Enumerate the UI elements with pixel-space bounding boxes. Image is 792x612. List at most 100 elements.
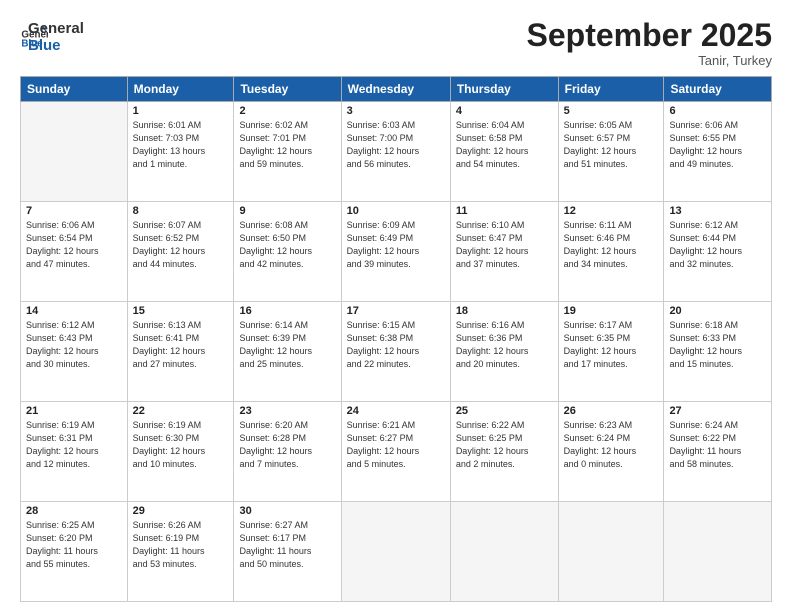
- day-detail: Sunrise: 6:05 AM Sunset: 6:57 PM Dayligh…: [564, 119, 659, 171]
- day-detail: Sunrise: 6:13 AM Sunset: 6:41 PM Dayligh…: [133, 319, 229, 371]
- day-detail: Sunrise: 6:21 AM Sunset: 6:27 PM Dayligh…: [347, 419, 445, 471]
- calendar-week-row: 7 Sunrise: 6:06 AM Sunset: 6:54 PM Daylig…: [21, 202, 772, 302]
- day-number: 5: [564, 105, 659, 117]
- calendar-week-row: 28 Sunrise: 6:25 AM Sunset: 6:20 PM Dayli…: [21, 502, 772, 602]
- calendar-table: SundayMondayTuesdayWednesdayThursdayFrid…: [20, 76, 772, 602]
- title-block: September 2025 Tanir, Turkey: [527, 18, 772, 68]
- day-detail: Sunrise: 6:22 AM Sunset: 6:25 PM Dayligh…: [456, 419, 553, 471]
- calendar-cell: 11 Sunrise: 6:10 AM Sunset: 6:47 PM Dayli…: [450, 202, 558, 302]
- calendar-cell: 14Sunrise: 6:12 AM Sunset: 6:43 PM Dayli…: [21, 302, 128, 402]
- day-number: 13: [669, 205, 766, 217]
- calendar-cell: 2 Sunrise: 6:02 AM Sunset: 7:01 PM Daylig…: [234, 102, 341, 202]
- calendar-cell: 13Sunrise: 6:12 AM Sunset: 6:44 PM Dayli…: [664, 202, 772, 302]
- calendar-cell: 26 Sunrise: 6:23 AM Sunset: 6:24 PM Dayli…: [558, 402, 664, 502]
- day-detail: Sunrise: 6:06 AM Sunset: 6:54 PM Dayligh…: [26, 219, 122, 271]
- day-detail: Sunrise: 6:02 AM Sunset: 7:01 PM Dayligh…: [239, 119, 335, 171]
- day-number: 30: [239, 505, 335, 517]
- calendar-week-row: 1 Sunrise: 6:01 AM Sunset: 7:03 PM Daylig…: [21, 102, 772, 202]
- day-detail: Sunrise: 6:17 AM Sunset: 6:35 PM Dayligh…: [564, 319, 659, 371]
- calendar-cell: 16Sunrise: 6:14 AM Sunset: 6:39 PM Dayli…: [234, 302, 341, 402]
- day-number: 11: [456, 205, 553, 217]
- day-detail: Sunrise: 6:08 AM Sunset: 6:50 PM Dayligh…: [239, 219, 335, 271]
- calendar-cell: [21, 102, 128, 202]
- day-number: 24: [347, 405, 445, 417]
- day-detail: Sunrise: 6:20 AM Sunset: 6:28 PM Dayligh…: [239, 419, 335, 471]
- logo-line1: General: [28, 20, 84, 37]
- day-number: 1: [133, 105, 229, 117]
- day-number: 9: [239, 205, 335, 217]
- day-detail: Sunrise: 6:26 AM Sunset: 6:19 PM Dayligh…: [133, 519, 229, 571]
- day-number: 27: [669, 405, 766, 417]
- day-detail: Sunrise: 6:07 AM Sunset: 6:52 PM Dayligh…: [133, 219, 229, 271]
- day-number: 21: [26, 405, 122, 417]
- calendar-cell: 15 Sunrise: 6:13 AM Sunset: 6:41 PM Dayli…: [127, 302, 234, 402]
- day-number: 22: [133, 405, 229, 417]
- day-number: 8: [133, 205, 229, 217]
- day-detail: Sunrise: 6:16 AM Sunset: 6:36 PM Dayligh…: [456, 319, 553, 371]
- day-number: 14: [26, 305, 122, 317]
- calendar-cell: 19 Sunrise: 6:17 AM Sunset: 6:35 PM Dayli…: [558, 302, 664, 402]
- day-detail: Sunrise: 6:04 AM Sunset: 6:58 PM Dayligh…: [456, 119, 553, 171]
- day-number: 19: [564, 305, 659, 317]
- day-detail: Sunrise: 6:19 AM Sunset: 6:31 PM Dayligh…: [26, 419, 122, 471]
- calendar-cell: [558, 502, 664, 602]
- day-detail: Sunrise: 6:10 AM Sunset: 6:47 PM Dayligh…: [456, 219, 553, 271]
- calendar-col-header: Thursday: [450, 77, 558, 102]
- day-detail: Sunrise: 6:24 AM Sunset: 6:22 PM Dayligh…: [669, 419, 766, 471]
- day-number: 7: [26, 205, 122, 217]
- day-number: 15: [133, 305, 229, 317]
- day-detail: Sunrise: 6:18 AM Sunset: 6:33 PM Dayligh…: [669, 319, 766, 371]
- calendar-cell: 6Sunrise: 6:06 AM Sunset: 6:55 PM Daylig…: [664, 102, 772, 202]
- day-number: 20: [669, 305, 766, 317]
- day-detail: Sunrise: 6:01 AM Sunset: 7:03 PM Dayligh…: [133, 119, 229, 171]
- calendar-cell: 4 Sunrise: 6:04 AM Sunset: 6:58 PM Daylig…: [450, 102, 558, 202]
- calendar-header-row: SundayMondayTuesdayWednesdayThursdayFrid…: [21, 77, 772, 102]
- calendar-cell: 10 Sunrise: 6:09 AM Sunset: 6:49 PM Dayli…: [341, 202, 450, 302]
- calendar-cell: 1 Sunrise: 6:01 AM Sunset: 7:03 PM Daylig…: [127, 102, 234, 202]
- calendar-cell: 30 Sunrise: 6:27 AM Sunset: 6:17 PM Dayli…: [234, 502, 341, 602]
- day-detail: Sunrise: 6:03 AM Sunset: 7:00 PM Dayligh…: [347, 119, 445, 171]
- calendar-cell: 5 Sunrise: 6:05 AM Sunset: 6:57 PM Daylig…: [558, 102, 664, 202]
- day-number: 26: [564, 405, 659, 417]
- day-number: 23: [239, 405, 335, 417]
- calendar-cell: [450, 502, 558, 602]
- logo-line2: Blue: [28, 37, 84, 54]
- page-header: General Blue General Blue September 2025…: [20, 18, 772, 68]
- calendar-cell: 18Sunrise: 6:16 AM Sunset: 6:36 PM Dayli…: [450, 302, 558, 402]
- calendar-week-row: 14Sunrise: 6:12 AM Sunset: 6:43 PM Dayli…: [21, 302, 772, 402]
- calendar-cell: 9 Sunrise: 6:08 AM Sunset: 6:50 PM Daylig…: [234, 202, 341, 302]
- day-number: 29: [133, 505, 229, 517]
- day-detail: Sunrise: 6:25 AM Sunset: 6:20 PM Dayligh…: [26, 519, 122, 571]
- day-number: 25: [456, 405, 553, 417]
- calendar-col-header: Sunday: [21, 77, 128, 102]
- day-number: 3: [347, 105, 445, 117]
- calendar-col-header: Tuesday: [234, 77, 341, 102]
- calendar-cell: 24 Sunrise: 6:21 AM Sunset: 6:27 PM Dayli…: [341, 402, 450, 502]
- day-number: 4: [456, 105, 553, 117]
- calendar-col-header: Saturday: [664, 77, 772, 102]
- day-detail: Sunrise: 6:15 AM Sunset: 6:38 PM Dayligh…: [347, 319, 445, 371]
- calendar-cell: 22Sunrise: 6:19 AM Sunset: 6:30 PM Dayli…: [127, 402, 234, 502]
- calendar-cell: 3 Sunrise: 6:03 AM Sunset: 7:00 PM Daylig…: [341, 102, 450, 202]
- calendar-col-header: Wednesday: [341, 77, 450, 102]
- day-detail: Sunrise: 6:14 AM Sunset: 6:39 PM Dayligh…: [239, 319, 335, 371]
- calendar-week-row: 21 Sunrise: 6:19 AM Sunset: 6:31 PM Dayli…: [21, 402, 772, 502]
- calendar-cell: 29 Sunrise: 6:26 AM Sunset: 6:19 PM Dayli…: [127, 502, 234, 602]
- calendar-cell: 8 Sunrise: 6:07 AM Sunset: 6:52 PM Daylig…: [127, 202, 234, 302]
- calendar-cell: 17Sunrise: 6:15 AM Sunset: 6:38 PM Dayli…: [341, 302, 450, 402]
- day-detail: Sunrise: 6:27 AM Sunset: 6:17 PM Dayligh…: [239, 519, 335, 571]
- calendar-cell: 23 Sunrise: 6:20 AM Sunset: 6:28 PM Dayli…: [234, 402, 341, 502]
- calendar-col-header: Friday: [558, 77, 664, 102]
- calendar-cell: [341, 502, 450, 602]
- day-number: 6: [669, 105, 766, 117]
- calendar-cell: 12Sunrise: 6:11 AM Sunset: 6:46 PM Dayli…: [558, 202, 664, 302]
- day-number: 2: [239, 105, 335, 117]
- calendar-cell: 21 Sunrise: 6:19 AM Sunset: 6:31 PM Dayli…: [21, 402, 128, 502]
- day-detail: Sunrise: 6:09 AM Sunset: 6:49 PM Dayligh…: [347, 219, 445, 271]
- calendar-col-header: Monday: [127, 77, 234, 102]
- day-number: 28: [26, 505, 122, 517]
- calendar-cell: 20 Sunrise: 6:18 AM Sunset: 6:33 PM Dayli…: [664, 302, 772, 402]
- day-number: 10: [347, 205, 445, 217]
- day-detail: Sunrise: 6:23 AM Sunset: 6:24 PM Dayligh…: [564, 419, 659, 471]
- day-number: 12: [564, 205, 659, 217]
